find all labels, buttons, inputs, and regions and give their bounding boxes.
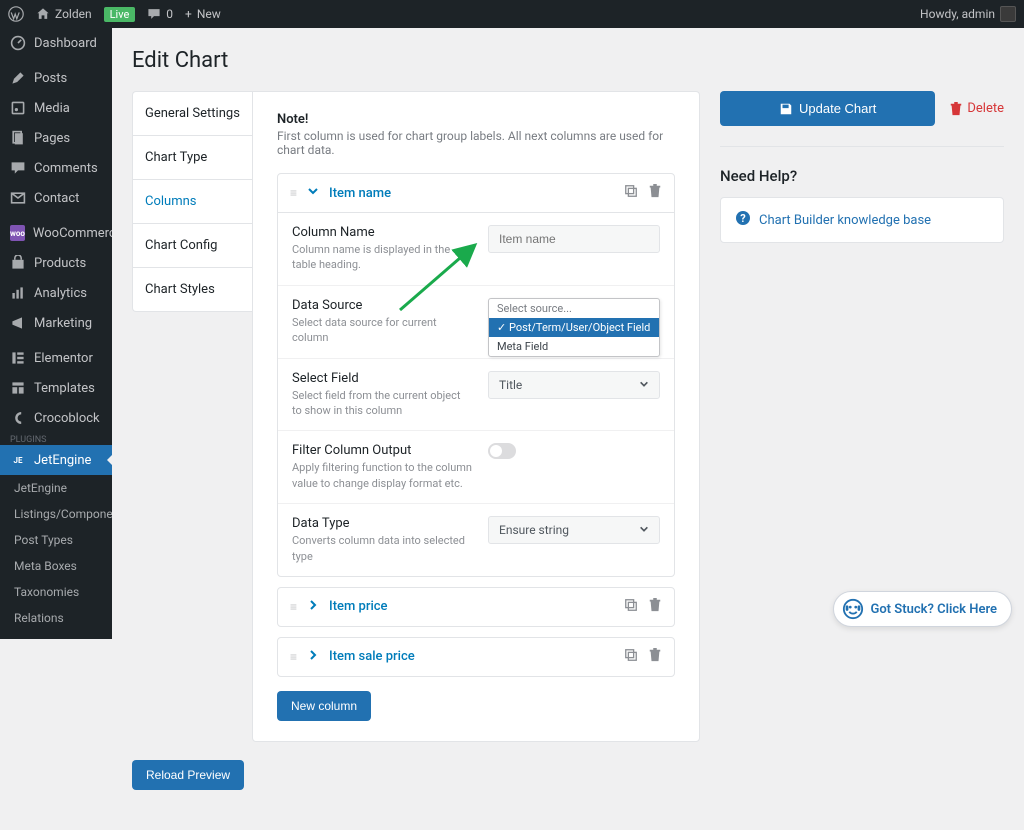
sidebar-sub-jetengine[interactable]: JetEngine xyxy=(0,475,112,501)
column-item-sale-price: ≡ Item sale price xyxy=(277,637,675,677)
sidebar-item-templates[interactable]: Templates xyxy=(0,373,112,403)
data-type-select[interactable]: Ensure string xyxy=(488,516,660,544)
column-header[interactable]: ≡ Item price xyxy=(278,588,674,626)
new-link[interactable]: +New xyxy=(185,7,221,21)
copy-icon[interactable] xyxy=(624,184,638,202)
sidebar-item-pages[interactable]: Pages xyxy=(0,123,112,153)
sidebar-item-marketing[interactable]: Marketing xyxy=(0,308,112,338)
note-text: First column is used for chart group lab… xyxy=(277,129,675,157)
howdy-link[interactable]: Howdy, admin xyxy=(920,6,1016,22)
sidebar-item-products[interactable]: Products xyxy=(0,248,112,278)
sidebar-sub-options[interactable]: Options Pages xyxy=(0,631,112,639)
drag-handle-icon[interactable]: ≡ xyxy=(290,650,297,664)
data-source-dropdown[interactable]: Select source... Post/Term/User/Object F… xyxy=(488,298,660,357)
sidebar-item-jetengine[interactable]: JEJetEngine xyxy=(0,445,112,475)
live-badge: Live xyxy=(104,7,136,22)
copy-icon[interactable] xyxy=(624,648,638,666)
chevron-down-icon xyxy=(307,185,319,201)
wp-logo[interactable] xyxy=(8,6,24,22)
select-field-label: Select Field xyxy=(292,371,472,386)
column-header[interactable]: ≡ Item name xyxy=(278,174,674,212)
sidebar-item-elementor[interactable]: Elementor xyxy=(0,343,112,373)
tab-general[interactable]: General Settings xyxy=(133,92,252,136)
filter-output-label: Filter Column Output xyxy=(292,443,472,458)
chevron-down-icon xyxy=(639,378,649,392)
note-title: Note! xyxy=(277,112,675,127)
sidebar-sub-listings[interactable]: Listings/Components xyxy=(0,501,112,527)
trash-icon[interactable] xyxy=(648,598,662,616)
sidebar-item-posts[interactable]: Posts xyxy=(0,63,112,93)
sidebar-sub-posttypes[interactable]: Post Types xyxy=(0,527,112,553)
tab-chart-type[interactable]: Chart Type xyxy=(133,136,252,180)
sidebar-item-comments[interactable]: Comments xyxy=(0,153,112,183)
copy-icon[interactable] xyxy=(624,598,638,616)
page-title: Edit Chart xyxy=(132,36,1004,91)
column-header[interactable]: ≡ Item sale price xyxy=(278,638,674,676)
settings-tabs: General Settings Chart Type Columns Char… xyxy=(132,91,252,312)
delete-link[interactable]: Delete xyxy=(949,101,1004,116)
site-name: Zolden xyxy=(55,7,92,21)
sidebar-item-woocommerce[interactable]: wooWooCommerce xyxy=(0,218,112,248)
column-name-input[interactable] xyxy=(488,225,660,253)
data-source-option-meta-field[interactable]: Meta Field xyxy=(489,337,659,356)
avatar xyxy=(1000,6,1016,22)
data-source-placeholder: Select source... xyxy=(489,299,659,318)
select-field-select[interactable]: Title xyxy=(488,371,660,399)
column-name-label: Column Name xyxy=(292,225,472,240)
got-stuck-button[interactable]: Got Stuck? Click Here xyxy=(833,591,1012,627)
drag-handle-icon[interactable]: ≡ xyxy=(290,600,297,614)
column-title: Item name xyxy=(329,186,614,201)
site-home-link[interactable]: Zolden xyxy=(36,7,92,21)
tab-chart-config[interactable]: Chart Config xyxy=(133,224,252,268)
sidebar-item-dashboard[interactable]: Dashboard xyxy=(0,28,112,58)
column-title: Item sale price xyxy=(329,649,614,664)
data-source-label: Data Source xyxy=(292,298,472,313)
support-icon xyxy=(842,598,864,620)
sidebar-item-analytics[interactable]: Analytics xyxy=(0,278,112,308)
sidebar-heading-plugins: PLUGINS xyxy=(0,433,112,445)
sidebar-sub-relations[interactable]: Relations xyxy=(0,605,112,631)
help-title: Need Help? xyxy=(720,167,1004,185)
new-column-button[interactable]: New column xyxy=(277,691,371,721)
sidebar-item-media[interactable]: Media xyxy=(0,93,112,123)
sidebar-item-crocoblock[interactable]: Crocoblock xyxy=(0,403,112,433)
filter-output-toggle[interactable] xyxy=(488,443,516,459)
trash-icon[interactable] xyxy=(648,184,662,202)
data-source-option-object-field[interactable]: Post/Term/User/Object Field xyxy=(489,318,659,337)
chevron-right-icon xyxy=(307,599,319,615)
update-chart-button[interactable]: Update Chart xyxy=(720,91,935,126)
sidebar-sub-taxonomies[interactable]: Taxonomies xyxy=(0,579,112,605)
column-item-price: ≡ Item price xyxy=(277,587,675,627)
data-type-label: Data Type xyxy=(292,516,472,531)
reload-preview-button[interactable]: Reload Preview xyxy=(132,760,244,790)
column-title: Item price xyxy=(329,599,614,614)
admin-sidebar: Dashboard Posts Media Pages Comments Con… xyxy=(0,28,112,639)
sidebar-sub-metaboxes[interactable]: Meta Boxes xyxy=(0,553,112,579)
knowledge-base-link[interactable]: ?Chart Builder knowledge base xyxy=(720,197,1004,243)
sidebar-item-contact[interactable]: Contact xyxy=(0,183,112,213)
columns-panel: Note! First column is used for chart gro… xyxy=(252,91,700,742)
drag-handle-icon[interactable]: ≡ xyxy=(290,186,297,200)
comments-link[interactable]: 0 xyxy=(147,7,173,21)
tab-chart-styles[interactable]: Chart Styles xyxy=(133,268,252,311)
svg-text:?: ? xyxy=(740,212,746,225)
trash-icon[interactable] xyxy=(648,648,662,666)
chevron-down-icon xyxy=(639,523,649,537)
question-icon: ? xyxy=(735,210,751,230)
chevron-right-icon xyxy=(307,649,319,665)
column-item-name: ≡ Item name Column NameColumn name is di… xyxy=(277,173,675,577)
admin-bar: Zolden Live 0 +New Howdy, admin xyxy=(0,0,1024,28)
tab-columns[interactable]: Columns xyxy=(133,180,252,224)
